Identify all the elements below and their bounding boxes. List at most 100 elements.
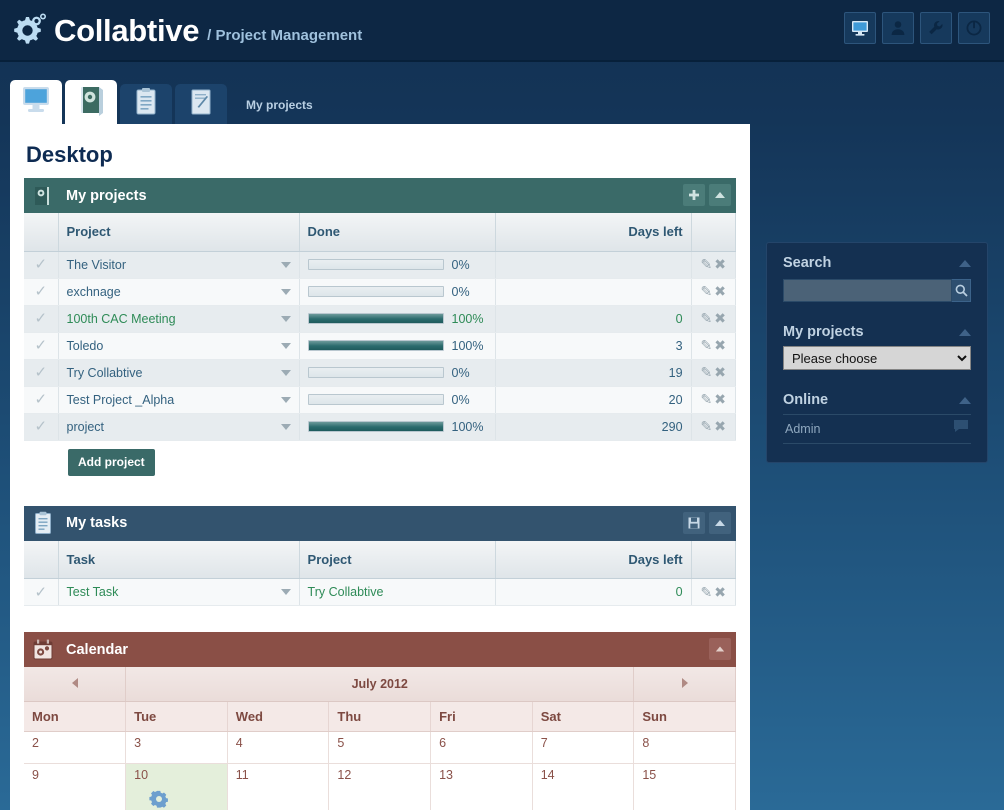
chevron-down-icon[interactable] — [281, 424, 291, 430]
edit-icon[interactable]: ✎ — [701, 391, 713, 407]
project-name-cell[interactable]: exchnage — [58, 278, 299, 305]
delete-icon[interactable]: ✖ — [714, 391, 726, 407]
delete-icon[interactable]: ✖ — [714, 337, 726, 353]
calendar-day-cell[interactable]: 2 — [24, 731, 126, 763]
main-content: Desktop My projects — [10, 124, 750, 810]
delete-icon[interactable]: ✖ — [714, 283, 726, 299]
floppy-save-icon[interactable] — [683, 512, 705, 534]
edit-icon[interactable]: ✎ — [701, 337, 713, 353]
sidebar-search-title: Search — [783, 255, 831, 271]
delete-icon[interactable]: ✖ — [714, 256, 726, 272]
gear-event-icon[interactable] — [148, 788, 227, 810]
search-input[interactable] — [783, 279, 952, 302]
plus-icon[interactable] — [683, 184, 705, 206]
project-link[interactable]: The Visitor — [67, 258, 127, 272]
calendar-table: July 2012 MonTueWedThuFriSatSun 23456789… — [24, 667, 736, 810]
project-name-cell[interactable]: Try Collabtive — [58, 359, 299, 386]
row-check-icon[interactable]: ✓ — [24, 278, 58, 305]
calendar-day-cell[interactable]: 7 — [532, 731, 634, 763]
chevron-down-icon[interactable] — [281, 589, 291, 595]
search-icon[interactable] — [952, 279, 971, 302]
chevron-down-icon[interactable] — [281, 370, 291, 376]
tasks-col-task: Task — [58, 541, 299, 579]
calendar-day-cell[interactable]: 4 — [227, 731, 329, 763]
project-days-left: 19 — [495, 359, 691, 386]
project-name-cell[interactable]: 100th CAC Meeting — [58, 305, 299, 332]
project-link[interactable]: Test Project _Alpha — [67, 393, 175, 407]
chevron-down-icon[interactable] — [281, 343, 291, 349]
edit-icon[interactable]: ✎ — [701, 283, 713, 299]
edit-icon[interactable]: ✎ — [701, 584, 713, 600]
edit-icon[interactable]: ✎ — [701, 364, 713, 380]
project-link[interactable]: Toledo — [67, 339, 104, 353]
row-actions: ✎✖ — [691, 278, 735, 305]
collapse-up-icon[interactable] — [709, 638, 731, 660]
collapse-up-icon[interactable] — [959, 260, 971, 267]
calendar-day-cell[interactable]: 15 — [634, 763, 736, 810]
calendar-day-cell[interactable]: 10 — [126, 763, 228, 810]
power-icon[interactable] — [958, 12, 990, 44]
calendar-day-cell[interactable]: 13 — [431, 763, 533, 810]
calendar-day-cell[interactable]: 6 — [431, 731, 533, 763]
add-project-button[interactable]: Add project — [68, 449, 155, 476]
user-icon[interactable] — [882, 12, 914, 44]
task-name-cell[interactable]: Test Task — [58, 579, 299, 606]
collapse-up-icon[interactable] — [709, 512, 731, 534]
progress-label: 100% — [452, 312, 484, 326]
project-name-cell[interactable]: Test Project _Alpha — [58, 386, 299, 413]
calendar-next-button[interactable] — [634, 667, 736, 701]
calendar-day-number: 3 — [134, 736, 141, 750]
calendar-week-row: 9101112131415 — [24, 763, 736, 810]
edit-icon[interactable]: ✎ — [701, 310, 713, 326]
delete-icon[interactable]: ✖ — [714, 418, 726, 434]
project-link[interactable]: Try Collabtive — [67, 366, 143, 380]
desktop-icon[interactable] — [844, 12, 876, 44]
row-check-icon[interactable]: ✓ — [24, 359, 58, 386]
chevron-down-icon[interactable] — [281, 289, 291, 295]
calendar-day-cell[interactable]: 9 — [24, 763, 126, 810]
chevron-down-icon[interactable] — [281, 316, 291, 322]
chevron-down-icon[interactable] — [281, 397, 291, 403]
task-link[interactable]: Test Task — [67, 585, 119, 599]
row-check-icon[interactable]: ✓ — [24, 579, 58, 606]
row-check-icon[interactable]: ✓ — [24, 305, 58, 332]
delete-icon[interactable]: ✖ — [714, 584, 726, 600]
online-user-row[interactable]: Admin — [783, 414, 971, 444]
calendar-day-cell[interactable]: 3 — [126, 731, 228, 763]
task-project-cell[interactable]: Try Collabtive — [299, 579, 495, 606]
row-check-icon[interactable]: ✓ — [24, 413, 58, 440]
task-project-link[interactable]: Try Collabtive — [308, 585, 384, 599]
edit-icon[interactable]: ✎ — [701, 256, 713, 272]
wrench-icon[interactable] — [920, 12, 952, 44]
collapse-up-icon[interactable] — [709, 184, 731, 206]
project-name-cell[interactable]: The Visitor — [58, 251, 299, 278]
delete-icon[interactable]: ✖ — [714, 310, 726, 326]
collapse-up-icon[interactable] — [959, 397, 971, 404]
project-link[interactable]: project — [67, 420, 105, 434]
calendar-day-cell[interactable]: 5 — [329, 731, 431, 763]
chevron-down-icon[interactable] — [281, 262, 291, 268]
tab-projects[interactable] — [65, 80, 117, 124]
tab-tasks[interactable] — [120, 84, 172, 124]
project-link[interactable]: exchnage — [67, 285, 121, 299]
calendar-day-cell[interactable]: 8 — [634, 731, 736, 763]
delete-icon[interactable]: ✖ — [714, 364, 726, 380]
chat-bubble-icon[interactable] — [953, 419, 969, 438]
calendar-day-cell[interactable]: 14 — [532, 763, 634, 810]
calendar-day-cell[interactable]: 12 — [329, 763, 431, 810]
tab-notes[interactable] — [175, 84, 227, 124]
project-name-cell[interactable]: project — [58, 413, 299, 440]
row-check-icon[interactable]: ✓ — [24, 386, 58, 413]
project-select[interactable]: Please choose — [783, 346, 971, 370]
calendar-dow-sun: Sun — [634, 701, 736, 731]
calendar-day-cell[interactable]: 11 — [227, 763, 329, 810]
tasks-col-actions — [691, 541, 735, 579]
row-check-icon[interactable]: ✓ — [24, 251, 58, 278]
tab-desktop[interactable] — [10, 80, 62, 124]
collapse-up-icon[interactable] — [959, 329, 971, 336]
edit-icon[interactable]: ✎ — [701, 418, 713, 434]
project-name-cell[interactable]: Toledo — [58, 332, 299, 359]
calendar-prev-button[interactable] — [24, 667, 126, 701]
row-check-icon[interactable]: ✓ — [24, 332, 58, 359]
project-link[interactable]: 100th CAC Meeting — [67, 312, 176, 326]
